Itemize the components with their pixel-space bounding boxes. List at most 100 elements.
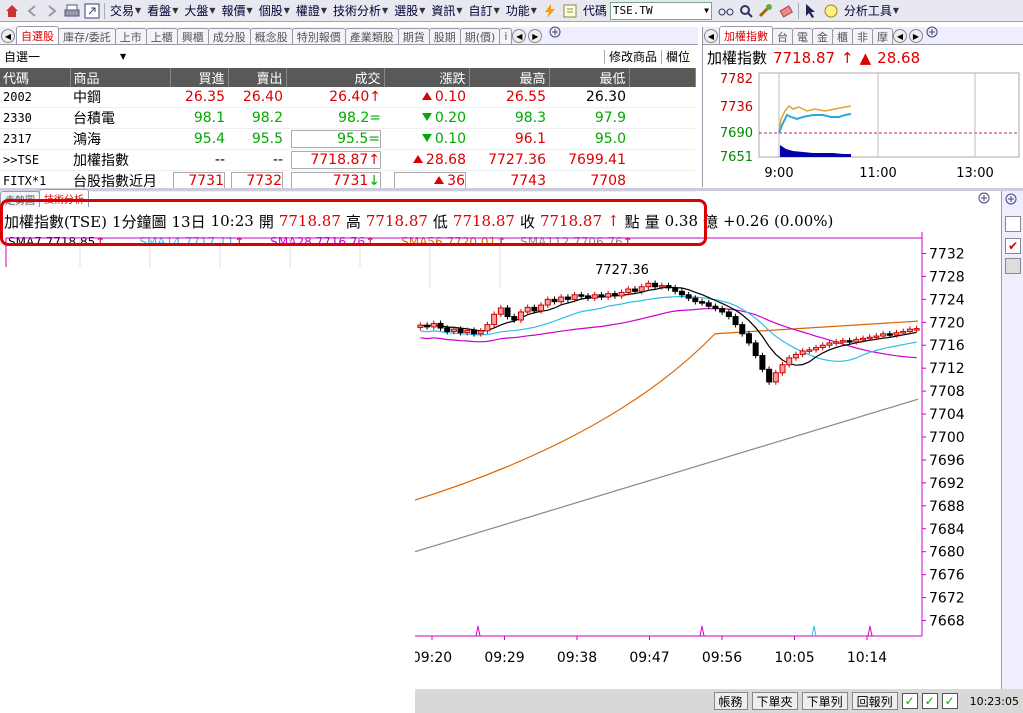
tab-label: 產業類股 — [349, 30, 394, 44]
columns-button[interactable]: 欄位 — [660, 49, 694, 64]
list-selector[interactable]: 自選一 ▼ — [4, 48, 126, 65]
tab-components[interactable]: 成分股 — [207, 28, 251, 44]
analysis-tool-icon[interactable] — [822, 2, 840, 20]
menu-warrant[interactable]: 權證 ▼ — [293, 1, 330, 21]
search-icon[interactable] — [737, 2, 755, 20]
y-tick-label: 7668 — [929, 614, 965, 630]
col-header-high[interactable]: 最高 — [469, 68, 550, 87]
zoom-in-icon[interactable] — [1005, 193, 1020, 210]
tab-label: 興櫃 — [181, 30, 204, 44]
prev-tab-icon[interactable]: ◀ — [704, 29, 718, 43]
prev-tab-icon[interactable]: ◀ — [1, 29, 15, 43]
tab-tw[interactable]: 台 — [772, 28, 793, 44]
tab-stock-futures[interactable]: 股期 — [428, 28, 461, 44]
tab-taiex[interactable]: 加權指數 — [719, 26, 773, 44]
next-icon[interactable]: ▶ — [528, 29, 543, 43]
check-icon[interactable]: ✓ — [921, 693, 938, 709]
tab-inventory[interactable]: 庫存/委託 — [58, 28, 116, 44]
col-header-name[interactable]: 商品 — [70, 68, 171, 87]
tab-watchlist[interactable]: 自選股 — [16, 26, 59, 44]
print-icon[interactable] — [63, 2, 81, 20]
volume-tick — [699, 625, 705, 637]
y-tick-label: 7700 — [929, 430, 965, 446]
tab-otc[interactable]: 上櫃 — [145, 28, 178, 44]
candle-body — [813, 347, 820, 351]
code-input[interactable]: TSE.TW ▼ — [609, 1, 712, 20]
eraser-icon[interactable] — [777, 2, 795, 20]
report-bar-button[interactable]: 回報列 — [851, 692, 898, 710]
popup-icon[interactable] — [83, 2, 101, 20]
indicator-icon[interactable] — [1005, 216, 1021, 232]
tab-options[interactable]: 期(價) — [459, 28, 501, 44]
cell-change-value: 28.68 — [425, 152, 466, 168]
glasses-icon[interactable] — [717, 2, 735, 20]
tab-technical[interactable]: 技術分析 — [39, 189, 89, 207]
table-row[interactable]: 2330 台積電 98.1 98.2 98.2= 0.20 98.3 97.9 — [0, 107, 695, 129]
tab-more[interactable]: i — [499, 28, 513, 44]
chevron-down-icon[interactable]: ▼ — [704, 6, 709, 15]
candle-body — [645, 282, 652, 288]
menu-watch[interactable]: 看盤 ▼ — [144, 1, 181, 21]
menu-trade[interactable]: 交易 ▼ — [107, 1, 144, 21]
tab-msci[interactable]: 摩 — [872, 28, 893, 44]
menu-quote[interactable]: 報價 ▼ — [219, 1, 256, 21]
order-folder-button[interactable]: 下單夾 — [751, 692, 798, 710]
lightning-icon[interactable] — [541, 2, 559, 20]
interval-label[interactable]: 1分鐘圖 — [112, 211, 167, 232]
menu-technical[interactable]: 技術分析 ▼ — [330, 1, 391, 21]
notepad-icon[interactable] — [561, 2, 579, 20]
forward-icon[interactable] — [43, 2, 61, 20]
table-row[interactable]: 2317 鴻海 95.4 95.5 95.5= 0.10 96.1 95.0 — [0, 128, 695, 150]
next-icon[interactable]: ▶ — [909, 29, 923, 43]
menu-custom[interactable]: 自訂 ▼ — [466, 1, 503, 21]
menu-function[interactable]: 功能 ▼ — [503, 1, 540, 21]
col-header-change[interactable]: 漲跌 — [384, 68, 470, 87]
order-bar-button[interactable]: 下單列 — [801, 692, 848, 710]
table-row[interactable]: 2002 中鋼 26.35 26.40 26.40↑ 0.10 26.55 26… — [0, 87, 695, 108]
cell-code: 2002 — [0, 87, 70, 108]
back-icon[interactable] — [23, 2, 41, 20]
scroll-handle[interactable] — [1005, 258, 1021, 274]
col-header-last[interactable]: 成交 — [286, 68, 385, 87]
tools-icon[interactable] — [757, 2, 775, 20]
account-button[interactable]: 帳務 — [713, 692, 748, 710]
status-bar: 帳務 下單夾 下單列 回報列 ✓ ✓ ✓ 10:23:05 — [415, 689, 1023, 713]
menu-screen[interactable]: 選股 ▼ — [391, 1, 428, 21]
zoom-in-icon[interactable] — [926, 26, 940, 43]
table-row[interactable]: >>TSE 加權指數 -- -- 7718.87↑ 28.68 7727.36 … — [0, 149, 695, 171]
tab-industry[interactable]: 產業類股 — [344, 28, 399, 44]
check-icon[interactable]: ✓ — [901, 693, 918, 709]
tab-concept[interactable]: 概念股 — [249, 28, 293, 44]
menu-market[interactable]: 大盤 ▼ — [181, 1, 218, 21]
col-header-code[interactable]: 代碼 — [0, 68, 71, 87]
tab-futures[interactable]: 期貨 — [397, 28, 430, 44]
tab-otc-index[interactable]: 櫃 — [832, 28, 853, 44]
prev-icon[interactable]: ◀ — [512, 29, 527, 43]
col-header-bid[interactable]: 買進 — [170, 68, 229, 87]
tab-electronics[interactable]: 電 — [792, 28, 813, 44]
tab-listed[interactable]: 上市 — [114, 28, 147, 44]
low-value: 7718.87 — [452, 212, 515, 230]
home-icon[interactable] — [3, 2, 21, 20]
menu-info[interactable]: 資訊 ▼ — [428, 1, 465, 21]
chevron-down-icon[interactable]: ▼ — [120, 52, 126, 61]
zoom-in-icon[interactable] — [978, 192, 992, 209]
menu-label: 功能 — [505, 4, 530, 18]
cell-low: 95.0 — [549, 128, 629, 150]
zoom-in-icon[interactable] — [549, 26, 563, 43]
check-icon[interactable]: ✔ — [1005, 238, 1021, 254]
menu-stock[interactable]: 個股 ▼ — [256, 1, 293, 21]
check-icon[interactable]: ✓ — [941, 693, 958, 709]
prev-icon[interactable]: ◀ — [893, 29, 907, 43]
edit-items-button[interactable]: 修改商品 — [603, 49, 661, 64]
col-header-ask[interactable]: 賣出 — [228, 68, 287, 87]
tab-emerging[interactable]: 興櫃 — [176, 28, 209, 44]
code-input-value: TSE.TW — [612, 4, 653, 17]
tab-non-finance[interactable]: 非 — [852, 28, 873, 44]
analysis-tools-menu[interactable]: 分析工具 ▼ — [841, 1, 902, 21]
cursor-icon[interactable] — [802, 2, 820, 20]
tab-special-quote[interactable]: 特別報價 — [291, 28, 346, 44]
col-header-low[interactable]: 最低 — [549, 68, 630, 87]
tab-trend[interactable]: 走勢圖 — [0, 191, 40, 207]
tab-finance[interactable]: 金 — [812, 28, 833, 44]
